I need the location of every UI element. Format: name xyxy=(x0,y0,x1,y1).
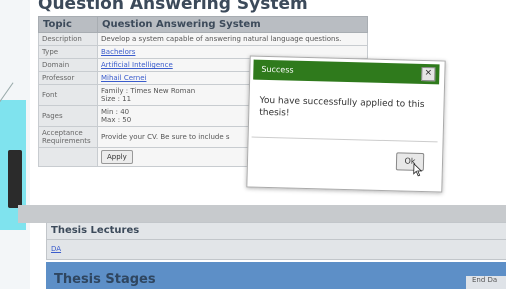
table-header-title: Question Answering System xyxy=(97,16,368,33)
apply-button[interactable]: Apply xyxy=(101,150,133,164)
row-label-professor: Professor xyxy=(38,71,98,85)
close-icon[interactable]: × xyxy=(421,66,436,82)
dialog-header: Success × xyxy=(253,59,440,85)
dialog-title: Success xyxy=(261,64,294,75)
row-label-domain: Domain xyxy=(38,58,98,72)
thesis-stages-panel: Thesis Stages End Da xyxy=(46,262,506,289)
thesis-lectures-panel: Thesis Lectures DA xyxy=(46,222,506,260)
mouse-cursor-icon xyxy=(413,162,423,177)
row-value-description: Develop a system capable of answering na… xyxy=(97,32,368,46)
table-header-row: Topic Question Answering System xyxy=(38,16,368,33)
success-dialog: Success × You have successfully applied … xyxy=(246,55,446,193)
left-decoration-dark xyxy=(8,150,22,208)
apply-row-spacer xyxy=(38,147,98,167)
stages-column-header: End Da xyxy=(466,276,506,289)
domain-link[interactable]: Artificial Intelligence xyxy=(101,61,173,69)
table-header-topic: Topic xyxy=(38,16,98,33)
dialog-message: You have successfully applied to this th… xyxy=(259,95,425,119)
row-label-description: Description xyxy=(38,32,98,46)
row-label-pages: Pages xyxy=(38,105,98,127)
professor-link[interactable]: Mihail Cernei xyxy=(101,74,146,82)
acceptance-label-line1: Acceptance xyxy=(42,129,83,137)
table-row: Description Develop a system capable of … xyxy=(38,32,368,46)
thesis-lectures-divider xyxy=(47,239,506,240)
acceptance-label-line2: Requirements xyxy=(42,137,91,145)
row-label-acceptance: Acceptance Requirements xyxy=(38,126,98,148)
lecture-link[interactable]: DA xyxy=(51,245,61,253)
thesis-lectures-title: Thesis Lectures xyxy=(51,225,140,236)
type-link[interactable]: Bachelors xyxy=(101,48,135,56)
dialog-divider xyxy=(251,136,438,143)
page-title: Question Answering System xyxy=(38,0,308,14)
row-label-type: Type xyxy=(38,45,98,59)
section-divider xyxy=(18,205,506,223)
thesis-stages-title: Thesis Stages xyxy=(54,272,156,287)
row-label-font: Font xyxy=(38,84,98,106)
